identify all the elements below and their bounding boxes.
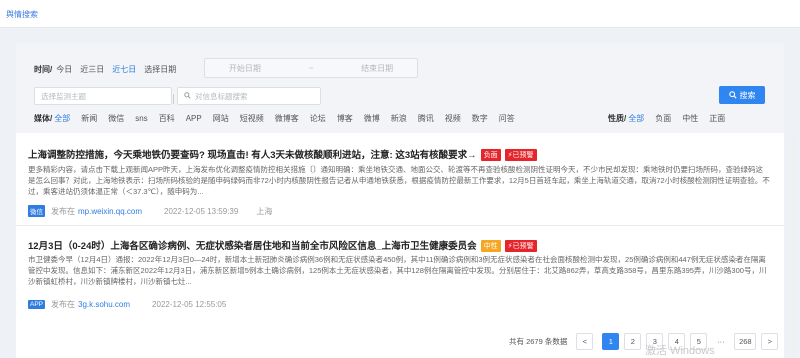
media-option-video[interactable]: 视频 xyxy=(445,113,461,124)
time-option-pick-date[interactable]: 选择日期 xyxy=(144,64,176,75)
prev-page-button[interactable]: < xyxy=(576,333,594,350)
nature-option-neutral[interactable]: 中性 xyxy=(682,113,698,124)
nature-option-all[interactable]: 全部 xyxy=(628,113,644,124)
media-option-forum[interactable]: 论坛 xyxy=(310,113,326,124)
time-option-3days[interactable]: 近三日 xyxy=(80,64,104,75)
search-button-label: 搜索 xyxy=(739,90,756,100)
article-meta: APP 发布在 3g.k.sohu.com 2022-12-05 12:55:0… xyxy=(28,299,244,310)
date-range-picker[interactable]: 开始日期 ~ 结束日期 xyxy=(204,58,418,78)
next-page-button[interactable]: > xyxy=(761,333,779,350)
nature-option-positive[interactable]: 正面 xyxy=(709,113,725,124)
alert-badge: ⚡已预警 xyxy=(504,240,537,253)
page-1-button[interactable]: 1 xyxy=(602,333,620,350)
time-option-today[interactable]: 今日 xyxy=(56,64,72,75)
article-title-text[interactable]: 上海调整防控措施，今天乘地铁仍要查码? 现场直击! 有人3天未做核酸顺利进站，注… xyxy=(28,150,477,161)
topic-select[interactable]: 选择监测主题 xyxy=(34,87,172,105)
media-option-short-video[interactable]: 短视频 xyxy=(240,113,264,124)
media-option-website[interactable]: 网站 xyxy=(213,113,229,124)
list-item: 上海调整防控措施，今天乘地铁仍要查码? 现场直击! 有人3天未做核酸顺利进站，注… xyxy=(16,133,776,233)
media-filter: 媒体/ 全部 新闻 微信 sns 百科 APP 网站 短视频 微博客 论坛 博客… xyxy=(34,113,523,124)
breadcrumb[interactable]: 舆情搜索 xyxy=(6,9,38,20)
divider xyxy=(173,94,174,104)
media-option-weibo[interactable]: 微博 xyxy=(364,113,380,124)
sentiment-badge: 中性 xyxy=(480,240,501,253)
end-date-input[interactable]: 结束日期 xyxy=(361,63,393,74)
sentiment-badge: 负面 xyxy=(480,149,501,162)
media-option-news[interactable]: 新闻 xyxy=(81,113,97,124)
time-filter-label: 时间/ xyxy=(34,65,53,74)
keyword-placeholder: 对信息标题搜索 xyxy=(195,91,248,101)
alert-badge-label: 已预警 xyxy=(512,243,534,251)
published-label: 发布在 xyxy=(51,206,75,216)
alert-badge: ⚡已预警 xyxy=(504,149,537,162)
media-option-blog[interactable]: 博客 xyxy=(337,113,353,124)
total-count: 共有 2679 条数据 xyxy=(509,337,568,346)
search-button-icon xyxy=(728,91,737,99)
search-button[interactable]: 搜索 xyxy=(719,86,765,104)
media-option-baike[interactable]: 百科 xyxy=(159,113,175,124)
last-page-button[interactable]: 268 xyxy=(734,333,757,350)
nature-filter: 性质/ 全部 负面 中性 正面 xyxy=(608,113,733,124)
media-filter-label: 媒体/ xyxy=(34,114,53,123)
top-bar: 舆情搜索 xyxy=(0,0,800,28)
nature-option-negative[interactable]: 负面 xyxy=(655,113,671,124)
article-summary: 更多精彩内容，请点击下载上观新闻APP昨天，上海发布优化调整疫情防控相关措施〔〕… xyxy=(28,165,770,196)
time-option-7days[interactable]: 近七日 xyxy=(112,64,136,75)
source-type-badge: APP xyxy=(28,300,46,309)
keyword-search-input[interactable]: 对信息标题搜索 xyxy=(177,87,321,105)
start-date-input[interactable]: 开始日期 xyxy=(229,63,261,74)
published-label: 发布在 xyxy=(51,300,76,309)
source-link[interactable]: mp.weixin.qq.com xyxy=(78,207,142,216)
topic-select-placeholder: 选择监测主题 xyxy=(41,91,86,101)
range-separator: ~ xyxy=(308,63,314,73)
media-option-digital[interactable]: 数字 xyxy=(472,113,488,124)
search-icon xyxy=(184,91,191,101)
article-summary: 市卫健委今早（12月4日）通报：2022年12月3日0—24时，新增本土新冠肺炎… xyxy=(28,255,767,286)
publish-time: 2022-12-05 12:55:05 xyxy=(152,300,227,309)
page-2-button[interactable]: 2 xyxy=(624,333,642,350)
publish-time: 2022-12-05 13:59:39 xyxy=(164,206,239,216)
article-title[interactable]: 12月3日（0-24时）上海各区确诊病例、无症状感染者居住地和当前全市风险区信息… xyxy=(28,238,537,253)
media-option-all[interactable]: 全部 xyxy=(54,113,70,124)
time-filter: 时间/ 今日 近三日 近七日 选择日期 xyxy=(34,64,184,75)
filter-area: 时间/ 今日 近三日 近七日 选择日期 开始日期 ~ 结束日期 选择监测主题 对… xyxy=(16,43,784,133)
search-panel: 时间/ 今日 近三日 近七日 选择日期 开始日期 ~ 结束日期 选择监测主题 对… xyxy=(16,43,796,358)
article-title-text[interactable]: 12月3日（0-24时）上海各区确诊病例、无症状感染者居住地和当前全市风险区信息… xyxy=(28,241,477,252)
media-option-app[interactable]: APP xyxy=(186,114,202,123)
publish-location: 上海 xyxy=(256,206,273,216)
nature-filter-label: 性质/ xyxy=(608,114,627,123)
media-option-wechat[interactable]: 微信 xyxy=(108,113,124,124)
media-option-qa[interactable]: 问答 xyxy=(499,113,515,124)
article-meta: 微信 发布在 mp.weixin.qq.com 2022-12-05 13:59… xyxy=(28,205,272,217)
alert-badge-label: 已预警 xyxy=(512,152,534,160)
scrollbar[interactable] xyxy=(792,137,796,357)
article-title[interactable]: 上海调整防控措施，今天乘地铁仍要查码? 现场直击! 有人3天未做核酸顺利进站，注… xyxy=(28,147,537,162)
media-option-sina[interactable]: 新浪 xyxy=(391,113,407,124)
source-type-badge: 微信 xyxy=(28,205,45,217)
windows-activation-watermark: 激活 Windows xyxy=(645,345,715,357)
media-option-tencent[interactable]: 腾讯 xyxy=(418,113,434,124)
pagination: 共有 2679 条数据 < 1 2 3 4 5 ··· 268 > xyxy=(509,333,779,350)
source-link[interactable]: 3g.k.sohu.com xyxy=(78,300,130,309)
media-option-microblog-client[interactable]: 微博客 xyxy=(275,113,299,124)
list-item: 12月3日（0-24时）上海各区确诊病例、无症状感染者居住地和当前全市风险区信息… xyxy=(16,226,776,336)
media-option-sns[interactable]: sns xyxy=(135,114,147,123)
